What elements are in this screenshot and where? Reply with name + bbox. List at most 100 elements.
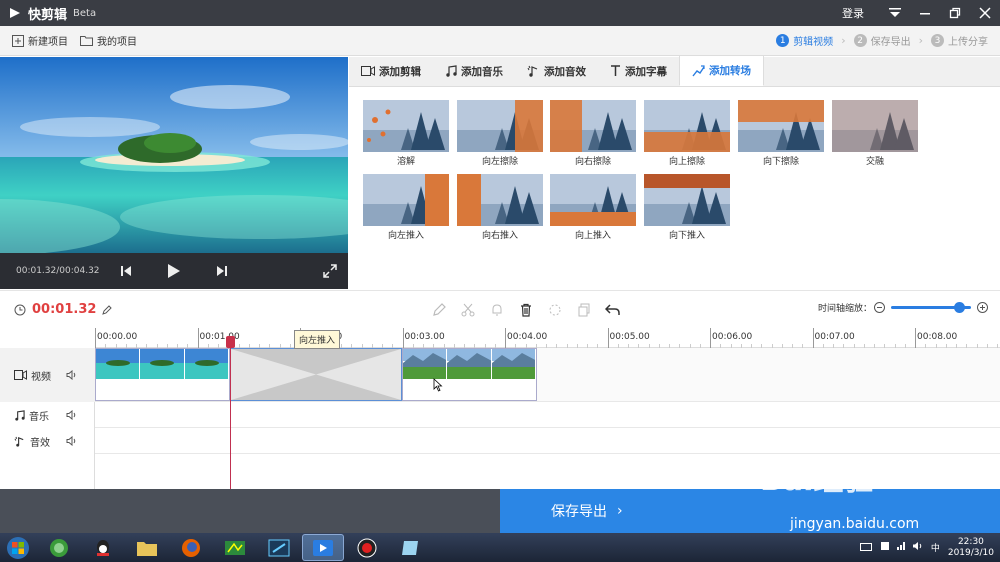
my-projects-button[interactable]: 我的项目 (80, 33, 137, 48)
transition-item[interactable]: 向下推入 (644, 174, 730, 241)
login-link[interactable]: 登录 (842, 5, 864, 21)
app-badge: Beta (73, 7, 97, 19)
track-sfx: 音效 (0, 428, 95, 454)
baidu-watermark: Bai经验 (760, 463, 874, 498)
minimize-icon[interactable] (910, 0, 940, 26)
track-music: 音乐 (0, 402, 95, 428)
preview-controls: 00:01.32/00:04.32 (0, 253, 348, 289)
transition-item[interactable]: 交融 (832, 100, 918, 167)
ruler-tick-label: 00:05.00 (609, 332, 650, 342)
transition-thumbnail (644, 100, 730, 152)
crop-icon[interactable] (540, 299, 569, 321)
sfx-volume-icon[interactable] (66, 436, 77, 446)
project-toolbar: 新建项目 我的项目 1 剪辑视频 › 2 保存导出 › 3 上传分享 (0, 26, 1000, 56)
bell-icon[interactable] (482, 299, 511, 321)
ruler-tick-label: 00:00.00 (97, 332, 138, 342)
music-volume-icon[interactable] (66, 410, 77, 420)
workflow-steps: 1 剪辑视频 › 2 保存导出 › 3 上传分享 (776, 33, 988, 48)
sfx-track-icon (14, 436, 26, 447)
transition-thumbnail (738, 100, 824, 152)
playhead-handle[interactable] (226, 336, 235, 348)
new-project-label: 新建项目 (28, 37, 68, 48)
step-upload-share[interactable]: 3 上传分享 (931, 33, 988, 48)
previous-frame-icon[interactable] (114, 259, 138, 283)
save-export-button[interactable]: 保存导出 › (500, 489, 1000, 533)
edit-pencil-icon[interactable] (424, 299, 453, 321)
taskbar-app-media-icon[interactable] (214, 534, 256, 561)
taskbar-app-notes-icon[interactable] (390, 534, 432, 561)
transition-item[interactable]: 溶解 (363, 100, 449, 167)
ruler-tick-label: 00:04.00 (507, 332, 548, 342)
zoom-out-icon[interactable] (874, 302, 885, 313)
preview-time: 00:01.32/00:04.32 (16, 266, 100, 276)
transition-label: 向左擦除 (481, 157, 518, 167)
windows-taskbar: 中 22:30 2019/3/10 (0, 533, 1000, 562)
transition-item[interactable]: 向右擦除 (550, 100, 636, 167)
copy-icon[interactable] (569, 299, 598, 321)
clip-frame (491, 349, 536, 379)
new-project-button[interactable]: 新建项目 (12, 33, 68, 48)
clock-time: 22:30 (957, 536, 984, 547)
zoom-in-icon[interactable] (977, 302, 988, 313)
clip-frame (140, 349, 185, 379)
tab-add-music[interactable]: 添加音乐 (433, 56, 515, 86)
taskbar-app-recorder-icon[interactable] (346, 534, 388, 561)
ruler-tick-label: 00:07.00 (814, 332, 855, 342)
transition-thumbnail (457, 100, 543, 152)
transition-label: 向左推入 (387, 231, 424, 241)
dropdown-menu-icon[interactable] (880, 0, 910, 26)
transition-item[interactable]: 向右推入 (457, 174, 543, 241)
start-button[interactable] (0, 533, 36, 562)
system-clock[interactable]: 22:30 2019/3/10 (948, 537, 994, 559)
taskbar-app-browser-icon[interactable] (38, 534, 80, 561)
taskbar-app-explorer-icon[interactable] (126, 534, 168, 561)
transition-item[interactable]: 向左推入 (363, 174, 449, 241)
video-volume-icon[interactable] (66, 370, 77, 380)
transition-item[interactable]: 向左擦除 (457, 100, 543, 167)
zoom-slider[interactable] (891, 302, 971, 313)
fullscreen-icon[interactable] (318, 259, 342, 283)
transition-clip[interactable] (230, 348, 402, 401)
play-icon[interactable] (162, 259, 186, 283)
taskbar-app-qq-icon[interactable] (82, 534, 124, 561)
folder-icon (80, 36, 93, 46)
step-edit-video[interactable]: 1 剪辑视频 (776, 33, 833, 48)
video-clip-mountain[interactable] (402, 348, 537, 401)
video-clip-island[interactable] (95, 348, 230, 401)
taskbar-app-kuaijianji-icon[interactable] (302, 534, 344, 561)
keyboard-icon[interactable] (859, 541, 872, 554)
timeline-zoom: 时间轴缩放： (818, 301, 988, 314)
taskbar-app-firefox-icon[interactable] (170, 534, 212, 561)
zoom-slider-handle[interactable] (954, 302, 965, 313)
transition-item[interactable]: 向上推入 (550, 174, 636, 241)
transition-item[interactable]: 向上擦除 (644, 100, 730, 167)
network-icon[interactable] (896, 541, 906, 554)
close-icon[interactable] (970, 0, 1000, 26)
transition-label: 向右推入 (481, 231, 518, 241)
step-save-export[interactable]: 2 保存导出 (853, 33, 911, 48)
scissors-icon[interactable] (453, 299, 482, 321)
pencil-icon[interactable] (102, 304, 113, 315)
tab-add-clip[interactable]: 添加剪辑 (349, 56, 433, 86)
transition-item[interactable]: 向下擦除 (738, 100, 824, 167)
taskbar-app-editor-icon[interactable] (258, 534, 300, 561)
volume-icon[interactable] (912, 541, 923, 554)
undo-icon[interactable] (598, 299, 627, 321)
mouse-cursor-icon (433, 378, 443, 392)
transition-label: 向右擦除 (574, 157, 611, 167)
video-camera-icon (361, 66, 375, 76)
trash-icon[interactable] (511, 299, 540, 321)
transition-thumbnail (363, 100, 449, 152)
tab-add-sfx[interactable]: 添加音效 (515, 56, 598, 86)
app-name: 快剪辑 (28, 7, 68, 23)
tab-add-transition[interactable]: 添加转场 (679, 55, 764, 86)
transition-thumbnail (457, 174, 543, 226)
clip-frame (403, 349, 448, 379)
next-frame-icon[interactable] (210, 259, 234, 283)
clip-frame (184, 349, 229, 379)
maximize-icon[interactable] (940, 0, 970, 26)
tab-add-subtitle[interactable]: 添加字幕 (598, 56, 679, 86)
timeline-toolbar: 00:01.32 时间轴缩放： (0, 290, 1000, 328)
ime-icon[interactable]: 中 (931, 541, 940, 554)
action-center-icon[interactable] (880, 541, 890, 554)
